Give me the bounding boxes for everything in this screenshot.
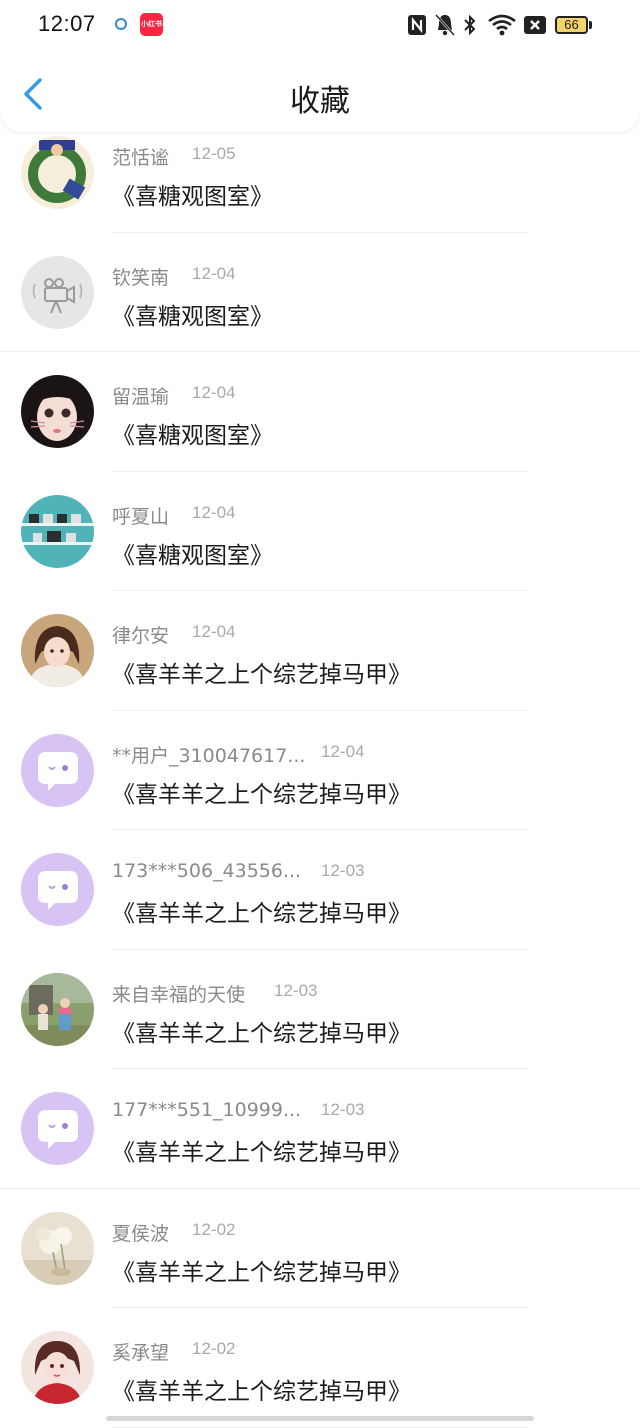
- list-item[interactable]: 173***506_43556... 12-03 《喜羊羊之上个综艺掉马甲》: [0, 830, 640, 950]
- username: 177***551_10999...: [112, 1099, 302, 1121]
- list-item[interactable]: 律尔安 12-04 《喜羊羊之上个综艺掉马甲》: [0, 591, 640, 711]
- item-title: 《喜羊羊之上个综艺掉马甲》: [112, 781, 411, 808]
- date: 12-04: [192, 622, 236, 641]
- username: 173***506_43556...: [112, 860, 302, 882]
- item-title: 《喜羊羊之上个综艺掉马甲》: [112, 1020, 411, 1047]
- item-title: 《喜糖观图室》: [112, 303, 273, 330]
- item-title: 《喜糖观图室》: [112, 542, 273, 569]
- camera-shelf-avatar[interactable]: [21, 494, 94, 568]
- username: 范恬谧: [112, 147, 170, 169]
- list-item[interactable]: 呼夏山 12-04 《喜糖观图室》: [0, 472, 640, 592]
- wifi-icon: [488, 14, 516, 36]
- page-title: 收藏: [290, 84, 350, 119]
- battery-indicator: 66: [555, 16, 588, 34]
- bluetooth-icon: [464, 14, 476, 36]
- purple-chat-bubble-avatar[interactable]: [21, 853, 94, 926]
- username: 夏侯波: [112, 1222, 170, 1245]
- item-title: 《喜羊羊之上个综艺掉马甲》: [112, 1140, 411, 1166]
- header-bar: 收藏: [0, 52, 640, 132]
- username: 奚承望: [112, 1342, 170, 1364]
- flower-still-life-avatar[interactable]: [21, 1211, 94, 1285]
- home-indicator[interactable]: [106, 1416, 534, 1421]
- item-title: 《喜羊羊之上个综艺掉马甲》: [112, 1379, 411, 1405]
- date: 12-03: [321, 1100, 365, 1119]
- list-item[interactable]: 177***551_10999... 12-03 《喜羊羊之上个综艺掉马甲》: [0, 1069, 640, 1189]
- girl-photo-avatar[interactable]: [21, 614, 94, 687]
- date: 12-03: [274, 980, 318, 1000]
- xiaohongshu-icon: 小红书: [140, 13, 163, 36]
- kids-outdoor-avatar[interactable]: [21, 972, 94, 1046]
- item-title: 《喜羊羊之上个综艺掉马甲》: [112, 901, 411, 927]
- item-title: 《喜糖观图室》: [112, 184, 273, 210]
- username: 钦笑南: [112, 266, 170, 289]
- date: 12-04: [192, 502, 236, 522]
- date: 12-04: [192, 263, 236, 283]
- anime-red-girl-avatar[interactable]: [21, 1331, 94, 1404]
- purple-chat-bubble-avatar[interactable]: [21, 1092, 94, 1165]
- username: 呼夏山: [112, 505, 170, 528]
- item-title: 《喜羊羊之上个综艺掉马甲》: [112, 1259, 411, 1286]
- status-time: 12:07: [38, 11, 96, 36]
- date: 12-02: [192, 1219, 236, 1239]
- item-title: 《喜羊羊之上个综艺掉马甲》: [112, 662, 411, 688]
- username: 律尔安: [112, 625, 170, 647]
- list-item[interactable]: 留温瑜 12-04 《喜糖观图室》: [0, 352, 640, 472]
- app-notification-icon: [115, 18, 127, 30]
- username: 来自幸福的天使: [112, 983, 246, 1006]
- bell-off-icon: [435, 14, 455, 36]
- favorites-list: 范恬谧 12-05 《喜糖观图室》 钦笑南 12-04 《喜糖观图室》 留温瑜 …: [0, 113, 640, 1428]
- date: 12-04: [321, 741, 365, 761]
- username: 留温瑜: [112, 386, 170, 408]
- no-sim-icon: [524, 16, 546, 34]
- list-item[interactable]: 夏侯波 12-02 《喜羊羊之上个综艺掉马甲》: [0, 1189, 640, 1309]
- list-item[interactable]: 奚承望 12-02 《喜羊羊之上个综艺掉马甲》: [0, 1308, 640, 1428]
- purple-chat-bubble-avatar[interactable]: [21, 733, 94, 807]
- item-title: 《喜糖观图室》: [112, 423, 273, 449]
- list-item[interactable]: **用户_310047617... 12-04 《喜羊羊之上个综艺掉马甲》: [0, 711, 640, 831]
- astronaut-wreath-avatar[interactable]: [21, 136, 94, 209]
- username: **用户_310047617...: [112, 744, 306, 767]
- nfc-icon: [408, 15, 426, 35]
- list-item[interactable]: 来自幸福的天使 12-03 《喜羊羊之上个综艺掉马甲》: [0, 950, 640, 1070]
- battery-tip: [589, 21, 592, 29]
- cat-whisker-girl-avatar[interactable]: [21, 375, 94, 448]
- date: 12-02: [192, 1339, 236, 1358]
- date: 12-05: [192, 144, 236, 163]
- list-item[interactable]: 钦笑南 12-04 《喜糖观图室》: [0, 233, 640, 353]
- default-camera-avatar[interactable]: [21, 255, 94, 329]
- status-bar: 12:07 小红书 66: [0, 0, 640, 52]
- date: 12-04: [192, 383, 236, 402]
- date: 12-03: [321, 861, 365, 880]
